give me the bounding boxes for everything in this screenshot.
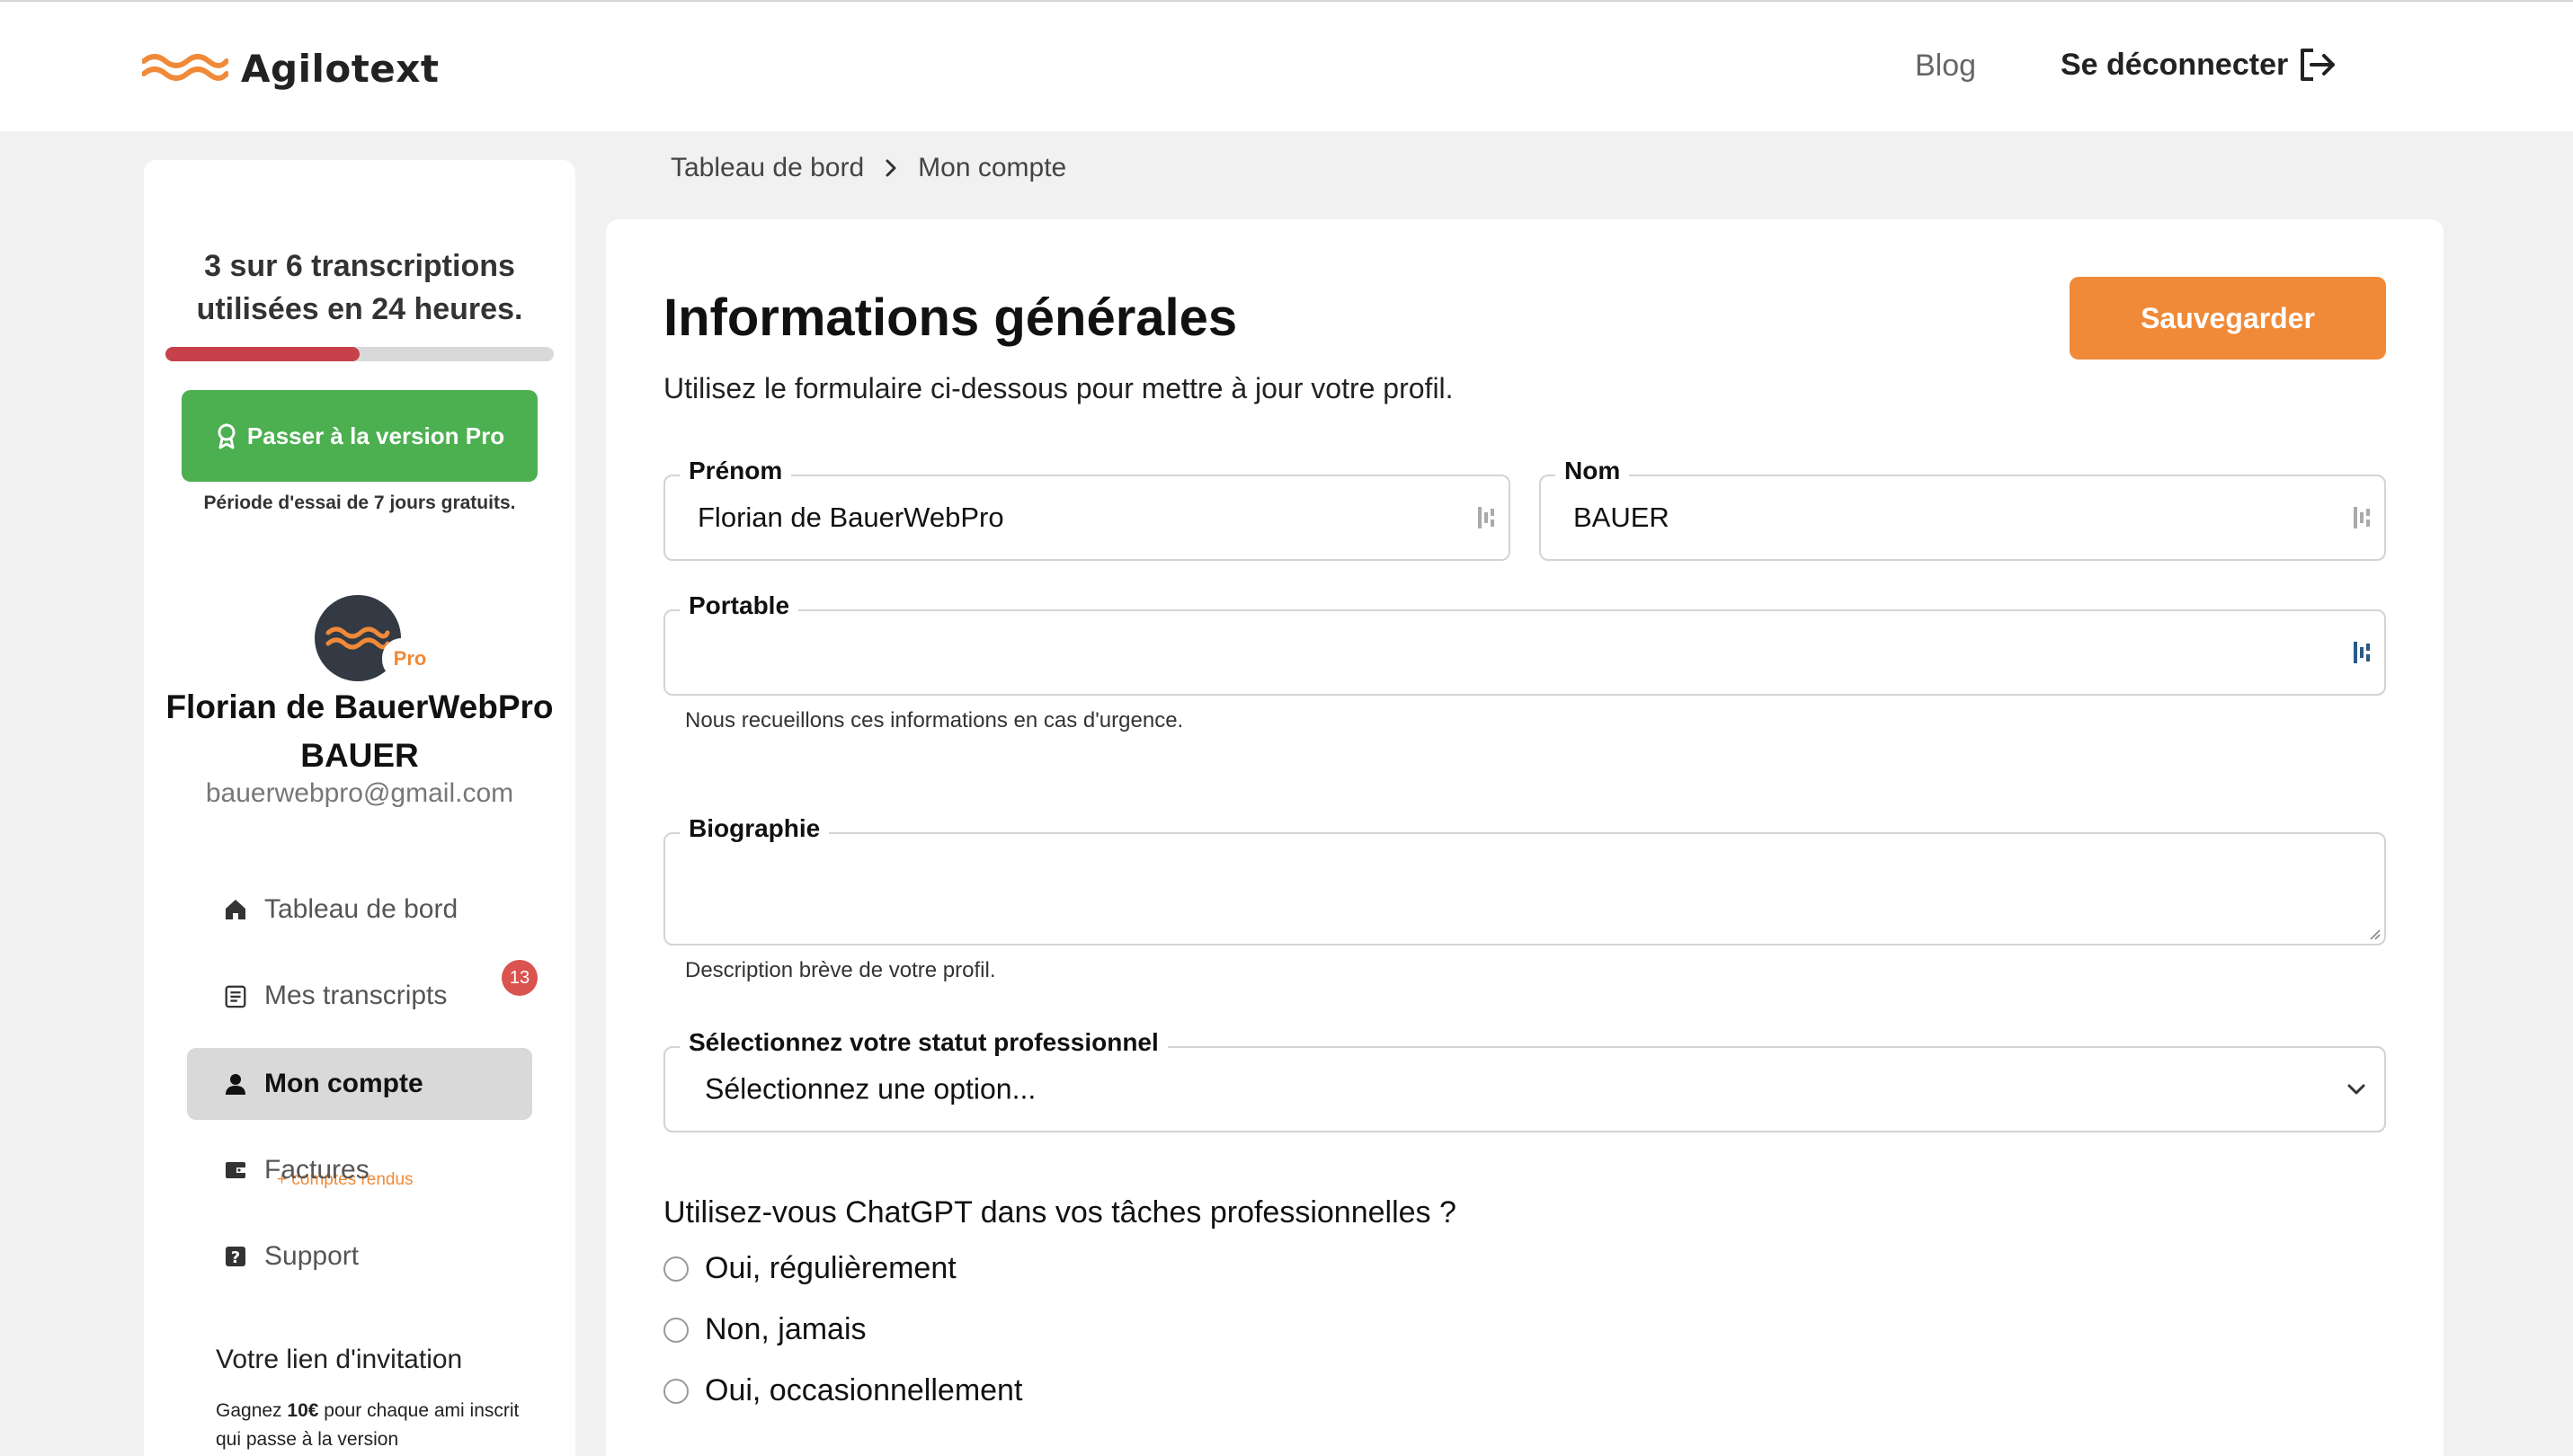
svg-text:?: ? xyxy=(231,1248,240,1267)
last-name-value[interactable]: BAUER xyxy=(1573,502,1669,534)
home-icon xyxy=(223,897,248,922)
invite-text-pre: Gagnez xyxy=(216,1400,288,1421)
radio-button[interactable] xyxy=(663,1317,689,1343)
bio-label: Biographie xyxy=(680,814,830,843)
radio-option-occasionally[interactable]: Oui, occasionnellement xyxy=(663,1373,1022,1408)
page-title: Informations générales xyxy=(663,289,1238,347)
user-icon xyxy=(223,1071,248,1096)
nav-blog-link[interactable]: Blog xyxy=(1915,49,1976,84)
sidebar-item-invoices[interactable]: Factures xyxy=(187,1134,532,1206)
logout-icon xyxy=(2301,49,2336,81)
logout-label: Se déconnecter xyxy=(2061,47,2289,82)
save-button[interactable]: Sauvegarder xyxy=(2070,277,2386,360)
radio-label: Oui, régulièrement xyxy=(705,1251,957,1285)
top-header: Agilotext Blog Se déconnecter xyxy=(0,0,2573,131)
sidebar-item-account[interactable]: Mon compte xyxy=(187,1048,532,1120)
first-name-value[interactable]: Florian de BauerWebPro xyxy=(698,502,1004,534)
wave-avatar-icon xyxy=(325,626,390,650)
autofill-icon[interactable] xyxy=(2352,504,2372,531)
autofill-icon[interactable] xyxy=(2352,639,2372,666)
last-name-label: Nom xyxy=(1555,457,1630,485)
upgrade-pro-label: Passer à la version Pro xyxy=(246,422,505,449)
logout-link[interactable]: Se déconnecter xyxy=(2061,47,2337,83)
sidebar: 3 sur 6 transcriptions utilisées en 24 h… xyxy=(144,160,575,1456)
sidebar-item-transcripts[interactable]: Mes transcripts 13 xyxy=(187,960,538,1032)
brand-name: Agilotext xyxy=(241,46,440,91)
quota-line-1: 3 sur 6 transcriptions xyxy=(204,249,515,283)
sidebar-item-label: Mon compte xyxy=(264,1069,423,1098)
resize-handle-icon[interactable] xyxy=(2366,926,2381,940)
quota-progress-fill xyxy=(165,347,360,361)
user-full-name: Florian de BauerWebPro BAUER xyxy=(144,683,575,780)
user-last-name: BAUER xyxy=(300,737,419,774)
quota-text: 3 sur 6 transcriptions utilisées en 24 h… xyxy=(144,244,575,331)
radio-button[interactable] xyxy=(663,1256,689,1282)
sidebar-item-label: Support xyxy=(264,1241,360,1271)
wallet-icon xyxy=(223,1158,248,1183)
sidebar-item-label: Factures xyxy=(264,1155,369,1185)
chatgpt-question: Utilisez-vous ChatGPT dans vos tâches pr… xyxy=(663,1195,1456,1230)
last-name-field[interactable]: Nom BAUER xyxy=(1539,457,2386,561)
profile-form-card: Informations générales Utilisez le formu… xyxy=(606,219,2444,1456)
radio-option-never[interactable]: Non, jamais xyxy=(663,1312,867,1347)
sidebar-item-dashboard[interactable]: Tableau de bord xyxy=(187,874,532,946)
page-subtitle: Utilisez le formulaire ci-dessous pour m… xyxy=(663,372,1454,404)
wave-logo-icon xyxy=(142,54,228,81)
invite-text: Gagnez 10€ pour chaque ami inscrit qui p… xyxy=(216,1397,539,1454)
mobile-help-text: Nous recueillons ces informations en cas… xyxy=(685,708,1184,732)
sidebar-item-support[interactable]: ? Support xyxy=(187,1221,532,1292)
professional-status-label: Sélectionnez votre statut professionnel xyxy=(680,1028,1168,1057)
first-name-label: Prénom xyxy=(680,457,792,485)
bio-help-text: Description brève de votre profil. xyxy=(685,958,996,982)
radio-button[interactable] xyxy=(663,1378,689,1404)
bio-field[interactable]: Biographie xyxy=(663,814,2386,946)
first-name-field[interactable]: Prénom Florian de BauerWebPro xyxy=(663,457,1510,561)
award-icon xyxy=(218,423,236,449)
quota-progress-bar xyxy=(165,347,554,361)
radio-option-regularly[interactable]: Oui, régulièrement xyxy=(663,1251,957,1286)
sidebar-item-label: Tableau de bord xyxy=(264,894,459,924)
mobile-field[interactable]: Portable xyxy=(663,591,2386,696)
brand-logo[interactable]: Agilotext xyxy=(142,46,440,91)
breadcrumb: Tableau de bord Mon compte xyxy=(671,153,1066,183)
chevron-right-icon xyxy=(886,159,896,177)
help-icon: ? xyxy=(223,1244,248,1269)
radio-label: Non, jamais xyxy=(705,1312,867,1346)
upgrade-pro-button[interactable]: Passer à la version Pro xyxy=(182,390,538,482)
professional-status-value: Sélectionnez une option... xyxy=(705,1072,1037,1105)
transcripts-icon xyxy=(223,983,248,1008)
pro-badge: Pro xyxy=(382,638,438,679)
mobile-label: Portable xyxy=(680,591,799,620)
professional-status-select[interactable]: Sélectionnez votre statut professionnel … xyxy=(663,1028,2386,1132)
user-first-name: Florian de BauerWebPro xyxy=(165,688,554,725)
chevron-down-icon xyxy=(2347,1084,2365,1095)
trial-note: Période d'essai de 7 jours gratuits. xyxy=(203,493,516,513)
breadcrumb-dashboard-link[interactable]: Tableau de bord xyxy=(671,153,864,183)
user-email: bauerwebpro@gmail.com xyxy=(205,778,514,808)
radio-label: Oui, occasionnellement xyxy=(705,1373,1023,1407)
breadcrumb-current: Mon compte xyxy=(918,153,1067,182)
autofill-icon[interactable] xyxy=(1476,504,1496,531)
invite-title: Votre lien d'invitation xyxy=(216,1345,463,1374)
transcripts-count-badge: 13 xyxy=(502,960,538,996)
quota-line-2: utilisées en 24 heures. xyxy=(196,292,523,326)
invite-amount: 10€ xyxy=(287,1400,319,1421)
sidebar-item-label: Mes transcripts xyxy=(264,981,448,1010)
